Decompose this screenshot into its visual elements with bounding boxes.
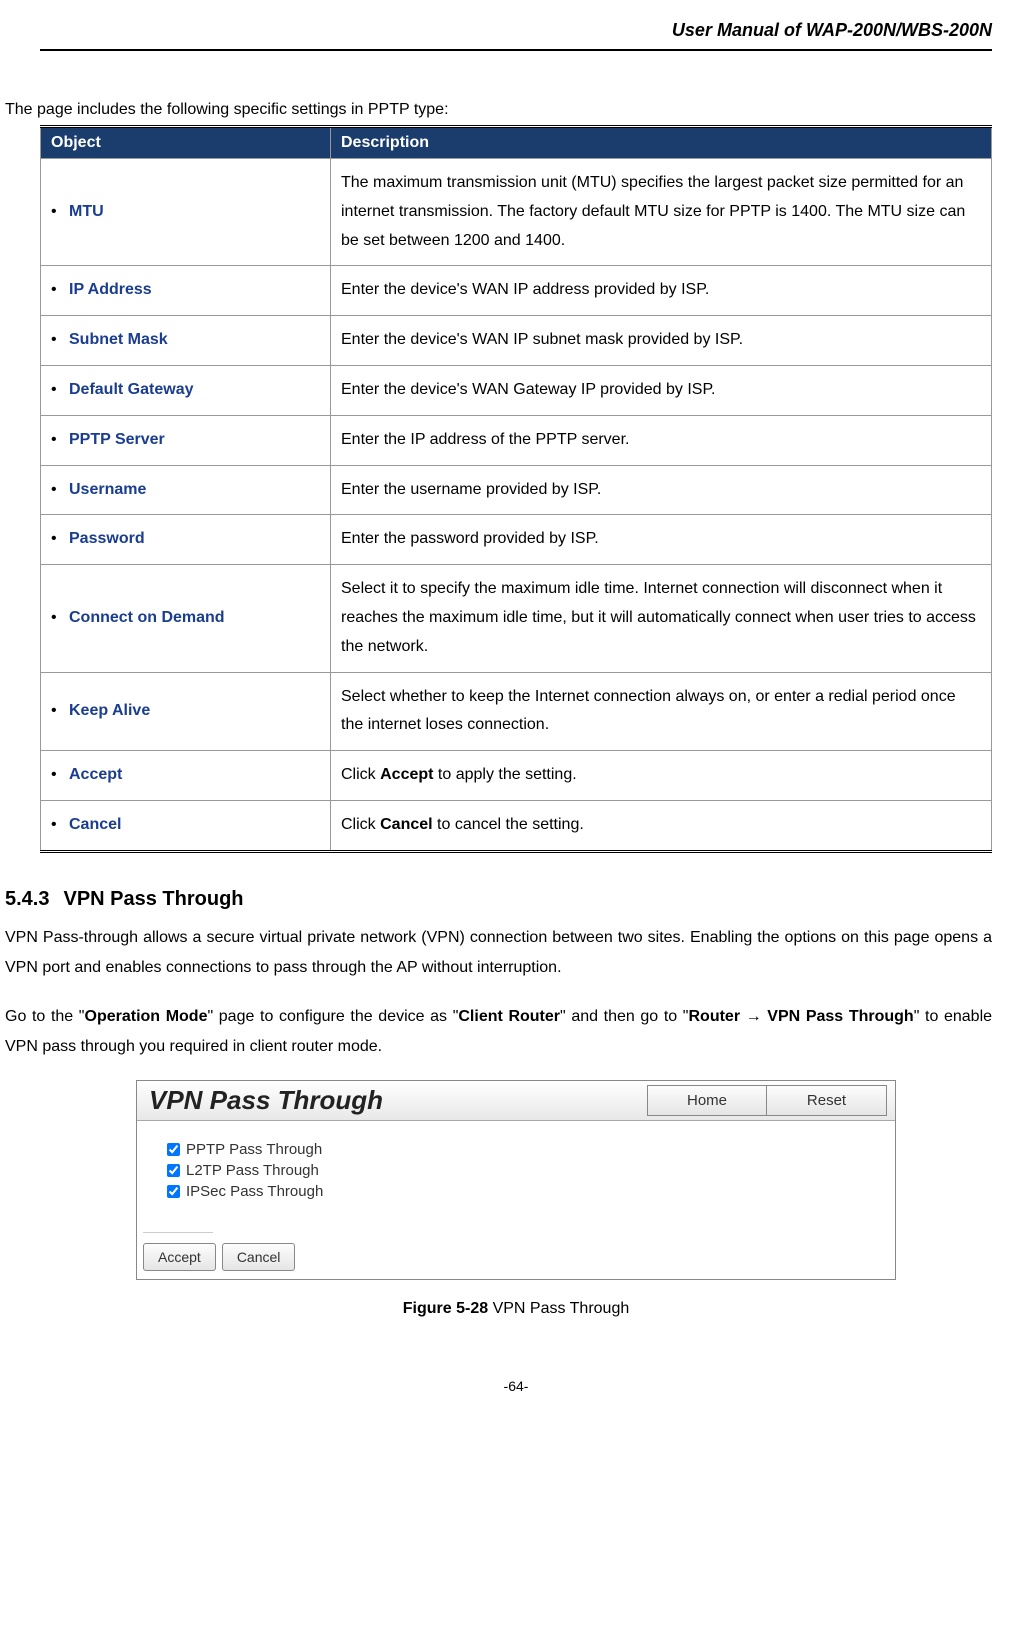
object-label: Password [69, 530, 145, 547]
vpn-passthrough-figure: VPN Pass Through Home Reset PPTP Pass Th… [136, 1080, 896, 1280]
section-heading: 5.4.3 VPN Pass Through [5, 888, 992, 911]
passthrough-checkbox[interactable] [167, 1164, 180, 1177]
bullet-icon: • [51, 326, 69, 355]
passthrough-label: PPTP Pass Through [186, 1141, 322, 1158]
passthrough-option: IPSec Pass Through [167, 1183, 865, 1200]
object-cell: •Accept [41, 751, 331, 801]
p2-b3: Router → VPN Pass Through [689, 1008, 914, 1025]
table-row: •Keep AliveSelect whether to keep the In… [41, 672, 992, 751]
bullet-icon: • [51, 426, 69, 455]
bullet-icon: • [51, 604, 69, 633]
description-cell: Enter the device's WAN IP address provid… [331, 266, 992, 316]
table-row: •AcceptClick Accept to apply the setting… [41, 751, 992, 801]
bullet-icon: • [51, 376, 69, 405]
description-cell: Click Accept to apply the setting. [331, 751, 992, 801]
section-number: 5.4.3 [5, 888, 49, 910]
object-label: Connect on Demand [69, 609, 225, 626]
figure-header: VPN Pass Through Home Reset [137, 1081, 895, 1121]
bullet-icon: • [51, 276, 69, 305]
object-label: Subnet Mask [69, 331, 168, 348]
p2-t1: Go to the " [5, 1008, 85, 1025]
p2-b1: Operation Mode [85, 1008, 208, 1025]
table-row: •Connect on DemandSelect it to specify t… [41, 565, 992, 672]
figure-caption-label: Figure 5-28 [403, 1300, 488, 1317]
table-row: •IP AddressEnter the device's WAN IP add… [41, 266, 992, 316]
settings-table: Object Description •MTUThe maximum trans… [40, 125, 992, 853]
section-title: VPN Pass Through [63, 888, 243, 910]
table-row: •PPTP ServerEnter the IP address of the … [41, 415, 992, 465]
table-row: •UsernameEnter the username provided by … [41, 465, 992, 515]
figure-caption: Figure 5-28 VPN Pass Through [40, 1300, 992, 1318]
object-cell: •IP Address [41, 266, 331, 316]
figure-caption-text: VPN Pass Through [488, 1300, 629, 1317]
intro-text: The page includes the following specific… [5, 101, 992, 119]
description-cell: Click Cancel to cancel the setting. [331, 800, 992, 851]
section-paragraph-1: VPN Pass-through allows a secure virtual… [5, 923, 992, 984]
table-row: •Subnet MaskEnter the device's WAN IP su… [41, 316, 992, 366]
cancel-button[interactable]: Cancel [222, 1243, 296, 1271]
description-cell: Enter the password provided by ISP. [331, 515, 992, 565]
bullet-icon: • [51, 811, 69, 840]
section-paragraph-2: Go to the "Operation Mode" page to confi… [5, 1002, 992, 1063]
object-cell: •PPTP Server [41, 415, 331, 465]
accept-button[interactable]: Accept [143, 1243, 216, 1271]
object-cell: •MTU [41, 159, 331, 266]
object-label: Keep Alive [69, 702, 150, 719]
home-button[interactable]: Home [647, 1085, 767, 1116]
object-label: MTU [69, 203, 104, 220]
bullet-icon: • [51, 476, 69, 505]
table-header-object: Object [41, 127, 331, 159]
p2-t2: " page to configure the device as " [207, 1008, 458, 1025]
description-cell: The maximum transmission unit (MTU) spec… [331, 159, 992, 266]
object-cell: •Default Gateway [41, 365, 331, 415]
divider [143, 1232, 213, 1233]
page-number: -64- [40, 1378, 992, 1394]
bullet-icon: • [51, 697, 69, 726]
bullet-icon: • [51, 525, 69, 554]
passthrough-option: PPTP Pass Through [167, 1141, 865, 1158]
p2-t3: " and then go to " [560, 1008, 688, 1025]
object-cell: •Password [41, 515, 331, 565]
description-cell: Enter the device's WAN IP subnet mask pr… [331, 316, 992, 366]
passthrough-checkbox[interactable] [167, 1185, 180, 1198]
table-body: •MTUThe maximum transmission unit (MTU) … [41, 159, 992, 852]
figure-body: PPTP Pass Through L2TP Pass Through IPSec … [137, 1121, 895, 1214]
table-row: •PasswordEnter the password provided by … [41, 515, 992, 565]
object-cell: •Cancel [41, 800, 331, 851]
object-label: Accept [69, 766, 122, 783]
p2-b2: Client Router [458, 1008, 560, 1025]
figure-footer: Accept Cancel [137, 1239, 895, 1279]
object-label: IP Address [69, 281, 152, 298]
passthrough-checkbox[interactable] [167, 1143, 180, 1156]
bullet-icon: • [51, 761, 69, 790]
description-cell: Select it to specify the maximum idle ti… [331, 565, 992, 672]
object-cell: •Keep Alive [41, 672, 331, 751]
object-label: Default Gateway [69, 381, 193, 398]
passthrough-label: IPSec Pass Through [186, 1183, 323, 1200]
object-label: Cancel [69, 816, 121, 833]
object-label: PPTP Server [69, 431, 165, 448]
figure-title: VPN Pass Through [145, 1085, 647, 1116]
description-cell: Enter the username provided by ISP. [331, 465, 992, 515]
reset-button[interactable]: Reset [767, 1085, 887, 1116]
table-row: •MTUThe maximum transmission unit (MTU) … [41, 159, 992, 266]
description-cell: Enter the IP address of the PPTP server. [331, 415, 992, 465]
object-cell: •Username [41, 465, 331, 515]
object-label: Username [69, 481, 146, 498]
table-row: •Default GatewayEnter the device's WAN G… [41, 365, 992, 415]
object-cell: •Subnet Mask [41, 316, 331, 366]
passthrough-option: L2TP Pass Through [167, 1162, 865, 1179]
bullet-icon: • [51, 198, 69, 227]
table-header-description: Description [331, 127, 992, 159]
table-row: •CancelClick Cancel to cancel the settin… [41, 800, 992, 851]
object-cell: •Connect on Demand [41, 565, 331, 672]
passthrough-label: L2TP Pass Through [186, 1162, 319, 1179]
description-cell: Enter the device's WAN Gateway IP provid… [331, 365, 992, 415]
document-header-title: User Manual of WAP-200N/WBS-200N [40, 20, 992, 51]
description-cell: Select whether to keep the Internet conn… [331, 672, 992, 751]
